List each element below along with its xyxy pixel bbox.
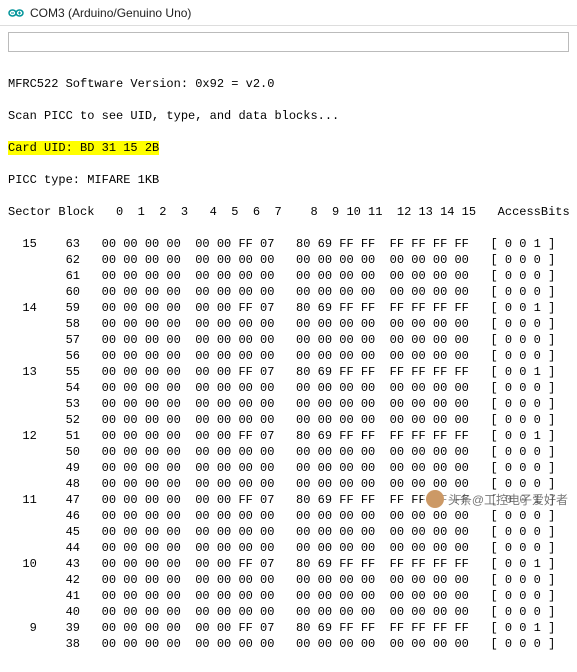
watermark-avatar-icon: [426, 490, 444, 508]
table-header: Sector Block 0 1 2 3 4 5 6 7 8 9 10 11 1…: [8, 204, 569, 220]
dump-row: 53 00 00 00 00 00 00 00 00 00 00 00 00 0…: [8, 396, 569, 412]
dump-row: 14 59 00 00 00 00 00 00 FF 07 80 69 FF F…: [8, 300, 569, 316]
serial-monitor-output[interactable]: MFRC522 Software Version: 0x92 = v2.0 Sc…: [0, 56, 577, 672]
arduino-icon: [8, 5, 24, 21]
serial-send-input[interactable]: [8, 32, 569, 52]
dump-row: 60 00 00 00 00 00 00 00 00 00 00 00 00 0…: [8, 284, 569, 300]
title-bar: COM3 (Arduino/Genuino Uno): [0, 0, 577, 26]
dump-row: 10 43 00 00 00 00 00 00 FF 07 80 69 FF F…: [8, 556, 569, 572]
dump-row: 12 51 00 00 00 00 00 00 FF 07 80 69 FF F…: [8, 428, 569, 444]
dump-row: 58 00 00 00 00 00 00 00 00 00 00 00 00 0…: [8, 316, 569, 332]
dump-row: 62 00 00 00 00 00 00 00 00 00 00 00 00 0…: [8, 252, 569, 268]
dump-row: 50 00 00 00 00 00 00 00 00 00 00 00 00 0…: [8, 444, 569, 460]
card-uid-line: Card UID: BD 31 15 2B: [8, 140, 569, 156]
dump-row: 15 63 00 00 00 00 00 00 FF 07 80 69 FF F…: [8, 236, 569, 252]
dump-row: 54 00 00 00 00 00 00 00 00 00 00 00 00 0…: [8, 380, 569, 396]
dump-row: 57 00 00 00 00 00 00 00 00 00 00 00 00 0…: [8, 332, 569, 348]
picc-type-line: PICC type: MIFARE 1KB: [8, 172, 569, 188]
dump-row: 44 00 00 00 00 00 00 00 00 00 00 00 00 0…: [8, 540, 569, 556]
dump-row: 13 55 00 00 00 00 00 00 FF 07 80 69 FF F…: [8, 364, 569, 380]
dump-row: 61 00 00 00 00 00 00 00 00 00 00 00 00 0…: [8, 268, 569, 284]
dump-row: 45 00 00 00 00 00 00 00 00 00 00 00 00 0…: [8, 524, 569, 540]
watermark: 头条@工控电子爱好者: [423, 490, 571, 508]
dump-table-body: 15 63 00 00 00 00 00 00 FF 07 80 69 FF F…: [8, 236, 569, 652]
scan-line: Scan PICC to see UID, type, and data blo…: [8, 108, 569, 124]
version-line: MFRC522 Software Version: 0x92 = v2.0: [8, 76, 569, 92]
dump-row: 49 00 00 00 00 00 00 00 00 00 00 00 00 0…: [8, 460, 569, 476]
dump-row: 38 00 00 00 00 00 00 00 00 00 00 00 00 0…: [8, 636, 569, 652]
dump-row: 46 00 00 00 00 00 00 00 00 00 00 00 00 0…: [8, 508, 569, 524]
dump-row: 41 00 00 00 00 00 00 00 00 00 00 00 00 0…: [8, 588, 569, 604]
dump-row: 52 00 00 00 00 00 00 00 00 00 00 00 00 0…: [8, 412, 569, 428]
card-uid-highlight: Card UID: BD 31 15 2B: [8, 141, 159, 155]
watermark-text: 头条@工控电子爱好者: [448, 491, 568, 508]
dump-row: 40 00 00 00 00 00 00 00 00 00 00 00 00 0…: [8, 604, 569, 620]
dump-row: 9 39 00 00 00 00 00 00 FF 07 80 69 FF FF…: [8, 620, 569, 636]
window-title: COM3 (Arduino/Genuino Uno): [30, 6, 191, 20]
dump-row: 42 00 00 00 00 00 00 00 00 00 00 00 00 0…: [8, 572, 569, 588]
dump-row: 56 00 00 00 00 00 00 00 00 00 00 00 00 0…: [8, 348, 569, 364]
